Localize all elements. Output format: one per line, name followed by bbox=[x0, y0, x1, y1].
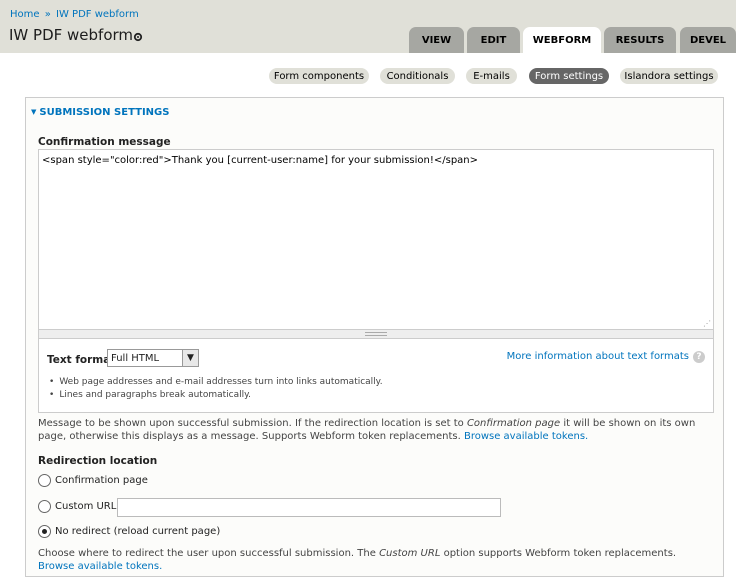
redirection-description: Choose where to redirect the user upon s… bbox=[38, 547, 714, 573]
page-header: Home » IW PDF webform IW PDF webform Vie… bbox=[0, 0, 736, 53]
resize-corner-icon[interactable]: ⋰ bbox=[703, 319, 711, 328]
description-text: option supports Webform token replacemen… bbox=[440, 548, 677, 559]
submission-settings-fieldset: ▼ Submission settings Confirmation messag… bbox=[25, 97, 724, 577]
help-icon[interactable]: ? bbox=[693, 351, 705, 363]
confirmation-description: Message to be shown upon successful subm… bbox=[38, 417, 714, 443]
collapse-arrow-icon: ▼ bbox=[31, 108, 37, 116]
radio-confirmation-page[interactable]: Confirmation page bbox=[38, 474, 148, 487]
text-format-label: Text format bbox=[47, 354, 116, 366]
confirmation-message-value: <span style="color:red">Thank you [curre… bbox=[42, 155, 479, 166]
tab-webform[interactable]: Webform bbox=[523, 27, 601, 53]
breadcrumb: Home » IW PDF webform bbox=[10, 9, 139, 20]
tab-devel[interactable]: Devel bbox=[680, 27, 736, 53]
description-text: Choose where to redirect the user upon s… bbox=[38, 548, 380, 559]
description-emphasis: Confirmation page bbox=[466, 418, 561, 429]
fieldset-legend-label: Submission settings bbox=[39, 107, 170, 118]
subtab-form-settings[interactable]: Form settings bbox=[529, 68, 609, 84]
radio-no-redirect[interactable]: No redirect (reload current page) bbox=[38, 525, 220, 538]
filter-tips: Web page addresses and e-mail addresses … bbox=[49, 376, 383, 402]
browse-tokens-link[interactable]: Browse available tokens. bbox=[38, 561, 162, 572]
radio-label: Confirmation page bbox=[55, 475, 148, 486]
tab-edit[interactable]: Edit bbox=[467, 27, 520, 53]
dropdown-arrow-icon[interactable]: ▼ bbox=[182, 350, 198, 366]
text-format-select[interactable]: Full HTML ▼ bbox=[107, 349, 199, 367]
tab-results[interactable]: Results bbox=[604, 27, 676, 53]
subtab-form-components[interactable]: Form components bbox=[269, 68, 369, 84]
contextual-gear-icon[interactable] bbox=[133, 32, 143, 42]
radio-button[interactable] bbox=[38, 474, 51, 487]
confirmation-message-label: Confirmation message bbox=[38, 136, 171, 148]
breadcrumb-separator: » bbox=[44, 9, 51, 20]
more-info-text-formats-link[interactable]: More information about text formats bbox=[507, 351, 689, 362]
filter-tip: Lines and paragraphs break automatically… bbox=[49, 389, 383, 402]
browse-tokens-link[interactable]: Browse available tokens. bbox=[464, 431, 588, 442]
text-format-wrapper: Text format Full HTML ▼ More information… bbox=[38, 339, 714, 413]
radio-button[interactable] bbox=[38, 525, 51, 538]
breadcrumb-current-link[interactable]: IW PDF webform bbox=[56, 9, 139, 20]
page-title: IW PDF webform bbox=[9, 26, 134, 44]
grippie-handle-icon bbox=[365, 332, 387, 336]
radio-custom-url[interactable]: Custom URL: bbox=[38, 500, 120, 513]
subtab-islandora-settings[interactable]: Islandora settings bbox=[620, 68, 718, 84]
radio-label: Custom URL: bbox=[55, 501, 120, 512]
filter-tip: Web page addresses and e-mail addresses … bbox=[49, 376, 382, 389]
text-format-selected: Full HTML bbox=[111, 352, 160, 364]
fieldset-legend[interactable]: ▼ Submission settings bbox=[31, 107, 169, 118]
radio-button[interactable] bbox=[38, 500, 51, 513]
description-emphasis: Custom URL bbox=[379, 548, 441, 559]
confirmation-message-textarea[interactable]: <span style="color:red">Thank you [curre… bbox=[38, 149, 714, 330]
textarea-grippie[interactable] bbox=[38, 330, 714, 339]
tab-view[interactable]: View bbox=[409, 27, 464, 53]
custom-url-input[interactable] bbox=[117, 498, 501, 517]
radio-label: No redirect (reload current page) bbox=[55, 526, 221, 537]
subtab-emails[interactable]: E-mails bbox=[466, 68, 517, 84]
redirection-location-label: Redirection location bbox=[38, 455, 158, 467]
subtab-conditionals[interactable]: Conditionals bbox=[380, 68, 455, 84]
breadcrumb-home-link[interactable]: Home bbox=[10, 9, 40, 20]
description-text: Message to be shown upon successful subm… bbox=[38, 418, 467, 429]
